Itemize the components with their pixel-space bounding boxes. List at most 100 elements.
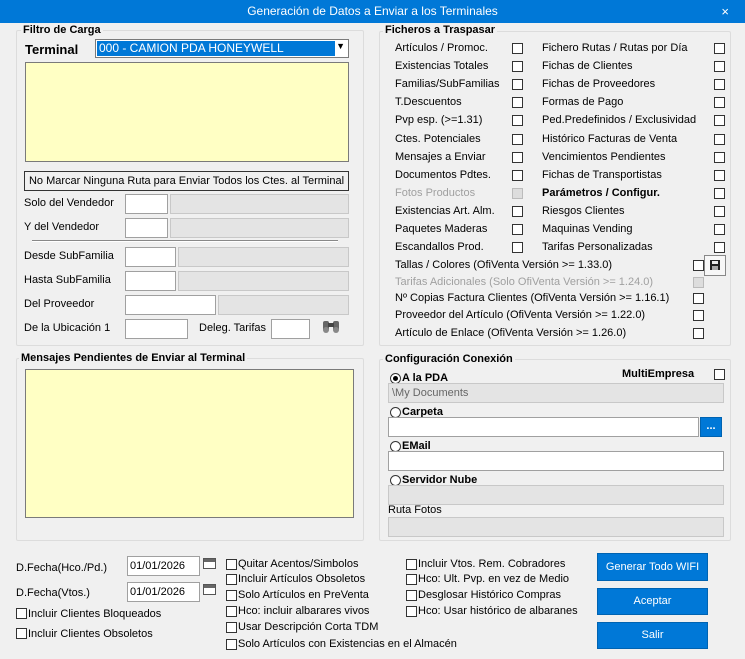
option-checkbox[interactable] (226, 622, 237, 633)
option-checkbox[interactable] (512, 242, 523, 253)
checkbox-label: Hco: Usar histórico de albaranes (418, 605, 578, 617)
mensajes-title: Mensajes Pendientes de Enviar al Termina… (19, 352, 248, 364)
option-checkbox[interactable] (226, 590, 237, 601)
desde-subfamilia-name (178, 247, 349, 267)
checkbox-label: Riesgos Clientes (542, 205, 625, 217)
option-checkbox[interactable] (226, 606, 237, 617)
fecha-hco-input[interactable]: 01/01/2026 (127, 556, 200, 576)
option-checkbox[interactable] (714, 115, 725, 126)
fecha-hco-label: D.Fecha(Hco./Pd.) (16, 562, 108, 574)
option-checkbox[interactable] (693, 328, 704, 339)
option-checkbox[interactable] (693, 310, 704, 321)
option-checkbox[interactable] (406, 606, 417, 617)
chevron-down-icon[interactable]: ▼ (336, 41, 345, 51)
option-checkbox[interactable] (512, 170, 523, 181)
calendar-icon[interactable] (203, 584, 216, 595)
bloqueados-checkbox[interactable] (16, 608, 27, 619)
close-icon[interactable]: × (721, 0, 729, 23)
ruta-fotos-label: Ruta Fotos (388, 504, 442, 516)
option-checkbox[interactable] (693, 260, 704, 271)
mensajes-list[interactable] (25, 369, 354, 518)
option-checkbox[interactable] (512, 152, 523, 163)
multiempresa-label: MultiEmpresa (622, 368, 695, 380)
checkbox-label: Mensajes a Enviar (395, 151, 486, 163)
filtro-title: Filtro de Carga (21, 24, 103, 36)
option-checkbox[interactable] (406, 590, 417, 601)
terminal-label: Terminal (25, 42, 79, 57)
routes-list[interactable] (25, 62, 349, 162)
solo-vendedor-code[interactable] (125, 194, 168, 214)
checkbox-label: Usar Descripción Corta TDM (238, 621, 379, 633)
option-checkbox[interactable] (512, 134, 523, 145)
option-checkbox[interactable] (714, 134, 725, 145)
routes-note-text: No Marcar Ninguna Ruta para Enviar Todos… (28, 175, 345, 187)
terminal-select[interactable]: 000 - CAMION PDA HONEYWELL ▼ (95, 39, 349, 58)
desde-subfamilia-code[interactable] (125, 247, 176, 267)
option-checkbox[interactable] (406, 559, 417, 570)
checkbox-label: Maquinas Vending (542, 223, 633, 235)
obsoletos-checkbox[interactable] (16, 628, 27, 639)
carpeta-input[interactable] (388, 417, 699, 437)
option-checkbox[interactable] (714, 188, 725, 199)
terminal-selected: 000 - CAMION PDA HONEYWELL (97, 41, 335, 56)
option-checkbox[interactable] (406, 574, 417, 585)
checkbox-label: Escandallos Prod. (395, 241, 484, 253)
browse-button[interactable]: ... (700, 417, 722, 437)
aceptar-button[interactable]: Aceptar (597, 588, 708, 615)
del-proveedor-code[interactable] (125, 295, 216, 315)
option-checkbox[interactable] (512, 206, 523, 217)
option-checkbox[interactable] (512, 43, 523, 54)
checkbox-label: Existencias Totales (395, 60, 489, 72)
deleg-tarifas-input[interactable] (271, 319, 310, 339)
solo-vendedor-label: Solo del Vendedor (24, 197, 114, 209)
fecha-vtos-value: 01/01/2026 (130, 586, 186, 598)
fecha-vtos-label: D.Fecha(Vtos.) (16, 587, 90, 599)
option-checkbox[interactable] (714, 242, 725, 253)
checkbox-label: Paquetes Maderas (395, 223, 488, 235)
option-checkbox[interactable] (714, 152, 725, 163)
option-checkbox[interactable] (714, 79, 725, 90)
option-checkbox[interactable] (226, 559, 237, 570)
option-checkbox[interactable] (226, 574, 237, 585)
pda-path: \My Documents (388, 383, 724, 403)
checkbox-label: Tarifas Adicionales (Solo OfiVenta Versi… (395, 276, 654, 288)
nube-input (388, 485, 724, 505)
save-icon[interactable] (704, 255, 726, 276)
binoculars-icon[interactable] (320, 317, 342, 336)
ubicacion-label: De la Ubicación 1 (24, 322, 111, 334)
bloqueados-label: Incluir Clientes Bloqueados (28, 608, 162, 620)
option-checkbox[interactable] (512, 97, 523, 108)
solo-vendedor-name (170, 194, 349, 214)
multiempresa-checkbox[interactable] (714, 369, 725, 380)
ubicacion-input[interactable] (125, 319, 188, 339)
y-vendedor-code[interactable] (125, 218, 168, 238)
salir-button[interactable]: Salir (597, 622, 708, 649)
option-checkbox[interactable] (512, 79, 523, 90)
checkbox-label: Incluir Vtos. Rem. Cobradores (418, 558, 566, 570)
option-checkbox[interactable] (714, 43, 725, 54)
checkbox-label: Pvp esp. (>=1.31) (395, 114, 483, 126)
calendar-icon[interactable] (203, 558, 216, 569)
email-input[interactable] (388, 451, 724, 471)
option-checkbox[interactable] (714, 224, 725, 235)
option-checkbox[interactable] (714, 206, 725, 217)
option-checkbox[interactable] (714, 61, 725, 72)
option-checkbox[interactable] (714, 97, 725, 108)
option-checkbox[interactable] (512, 61, 523, 72)
option-checkbox[interactable] (693, 293, 704, 304)
del-proveedor-name (218, 295, 349, 315)
generar-wifi-button[interactable]: Generar Todo WIFI (597, 553, 708, 581)
hasta-subfamilia-code[interactable] (125, 271, 176, 291)
checkbox-label: Ped.Predefinidos / Exclusividad (542, 114, 697, 126)
checkbox-label: Tallas / Colores (OfiVenta Versión >= 1.… (395, 259, 613, 271)
option-checkbox[interactable] (714, 170, 725, 181)
option-checkbox (693, 277, 704, 288)
checkbox-label: Familias/SubFamilias (395, 78, 500, 90)
del-proveedor-label: Del Proveedor (24, 298, 95, 310)
option-checkbox[interactable] (512, 224, 523, 235)
fecha-vtos-input[interactable]: 01/01/2026 (127, 582, 200, 602)
option-checkbox[interactable] (512, 115, 523, 126)
checkbox-label: Fichero Rutas / Rutas por Día (542, 42, 688, 54)
checkbox-label: T.Descuentos (395, 96, 462, 108)
option-checkbox[interactable] (226, 639, 237, 650)
